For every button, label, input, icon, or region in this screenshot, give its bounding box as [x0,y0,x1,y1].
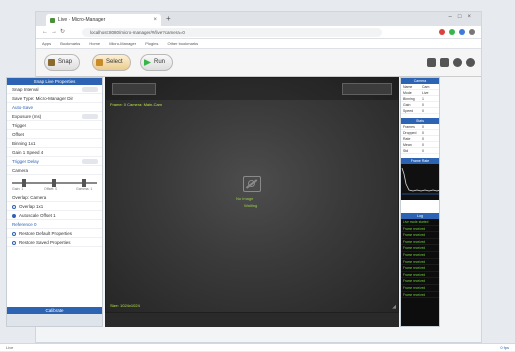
slider-knob[interactable] [52,179,56,187]
slider-knob[interactable] [22,179,26,187]
binning-row[interactable]: Binning 1x1 [7,139,102,148]
bookmark-item[interactable]: Plugins [145,41,158,46]
bottom-caption: Size: 1024x1024 [110,303,140,308]
exposure-row[interactable]: Exposure (ms) [7,112,102,121]
close-tab-icon[interactable]: × [153,14,157,26]
camera-row[interactable]: Camera [7,166,102,175]
bookmarks-bar: Apps Bookmarks Home Micro-Manager Plugin… [36,39,481,49]
snap-interval-row[interactable]: Snap Interval [7,85,102,94]
select-label: Select [106,59,123,65]
snap-live-panel: Snap Live Properties Snap Interval Save … [6,77,103,327]
select-icon [96,59,103,66]
camera-view[interactable]: Frame: 0 Camera: Main-Cam No Image Waiti… [105,77,399,313]
save-type-row[interactable]: Save Type: Micro-Manager Dir [7,94,102,103]
trigger-row[interactable]: Trigger [7,121,102,130]
log-line: Frame received [401,245,439,252]
camera-statusbar [105,313,399,327]
log-line: Frame received [401,278,439,285]
camera-controls-left[interactable] [112,83,156,95]
log-line: Frame received [401,239,439,246]
offset-row[interactable]: Offset [7,130,102,139]
properties-panel: Camera Name Cam Mode Live Binning 1 Gain 0 S… [400,77,440,327]
toolbar-right-icons [427,58,475,67]
log-line: Frame received [401,272,439,279]
resize-handle-icon[interactable]: ◢ [392,304,396,310]
frame-rate-sparkline [401,167,439,195]
tab-strip: Live · Micro-Manager × + –□× [36,12,481,26]
calibrate-header[interactable]: Calibrate [7,307,102,314]
reference-row[interactable]: Reference 0 [7,220,102,229]
bookmark-item[interactable]: Micro-Manager [109,41,136,46]
camera-topbar [106,78,398,100]
log-line: Frame received [401,252,439,259]
log-line: Frame received [401,265,439,272]
extension-icon[interactable] [439,29,445,35]
center-label: No Image [236,196,254,201]
gain-slider[interactable]: Gain: 1 Offset: 0 Gamma: 1 [12,177,97,191]
panel-footer [7,314,102,326]
panel-header: Snap Live Properties [7,78,102,85]
microscope-icon[interactable] [427,58,436,67]
restore-saved-row[interactable]: Restore Saved Properties [7,238,102,247]
help-icon[interactable] [453,58,462,67]
prop-row: Speed 0 [401,108,439,114]
overlap-row[interactable]: Overlap: Camera [7,193,102,202]
browser-tab[interactable]: Live · Micro-Manager × [46,14,161,26]
window-controls[interactable]: –□× [449,14,477,20]
center-sublabel: Waiting [244,203,258,208]
log-line: Frame received [401,226,439,233]
run-label: Run [154,59,166,65]
log-list: Log Live mode started Frame received Fra… [401,213,439,326]
grid-icon[interactable] [440,58,449,67]
address-bar: ←→↻ localhost:8080/micro-manager/#/live?… [36,26,481,39]
select-button[interactable]: Select [92,54,131,71]
no-camera-icon [243,176,261,192]
snap-button[interactable]: Snap [44,54,81,71]
url-field[interactable]: localhost:8080/micro-manager/#/live?came… [82,28,382,37]
trigger-delay-row[interactable]: Trigger Delay [7,157,102,166]
status-left: Live [6,345,14,350]
run-button[interactable]: Run [140,54,174,71]
log-line: Frame received [401,259,439,266]
restore-default-row[interactable]: Restore Default Properties [7,229,102,238]
tab-title: Live · Micro-Manager [58,17,106,23]
top-caption: Frame: 0 Camera: Main-Cam [110,102,163,107]
snap-label: Snap [58,59,73,65]
bookmark-item[interactable]: Bookmarks [60,41,80,46]
frame-rate-graph [401,164,439,200]
nav-icons[interactable]: ←→↻ [42,28,68,35]
check-autoscale[interactable]: Autoscale Offset 1 [7,211,102,220]
log-line: Frame received [401,285,439,292]
settings-icon[interactable] [466,58,475,67]
gain-speed-row[interactable]: Gain 1 Speed 4 [7,148,102,157]
log-line: Frame received [401,232,439,239]
extension-icon[interactable] [459,29,465,35]
bookmark-item[interactable]: Other bookmarks [167,41,198,46]
snap-icon [48,59,55,66]
extension-icons [439,29,475,35]
slider-knob[interactable] [82,179,86,187]
auto-save-row[interactable]: Auto-Save [7,103,102,112]
favicon-icon [50,18,55,23]
app-status-bar: Live 0 fps [0,343,515,351]
check-overlap[interactable]: Overlap 1x1 [7,202,102,211]
bookmark-item[interactable]: Home [89,41,100,46]
bookmark-item[interactable]: Apps [42,41,51,46]
new-tab-icon[interactable]: + [166,14,171,23]
app-toolbar: Snap Select Run [36,49,481,77]
menu-icon[interactable] [469,29,475,35]
stat-row: Std 0 [401,148,439,154]
log-line: Live mode started [401,219,439,226]
extension-icon[interactable] [449,29,455,35]
log-line: Frame received [401,292,439,299]
play-icon [144,59,151,66]
camera-controls-right[interactable] [342,83,392,95]
